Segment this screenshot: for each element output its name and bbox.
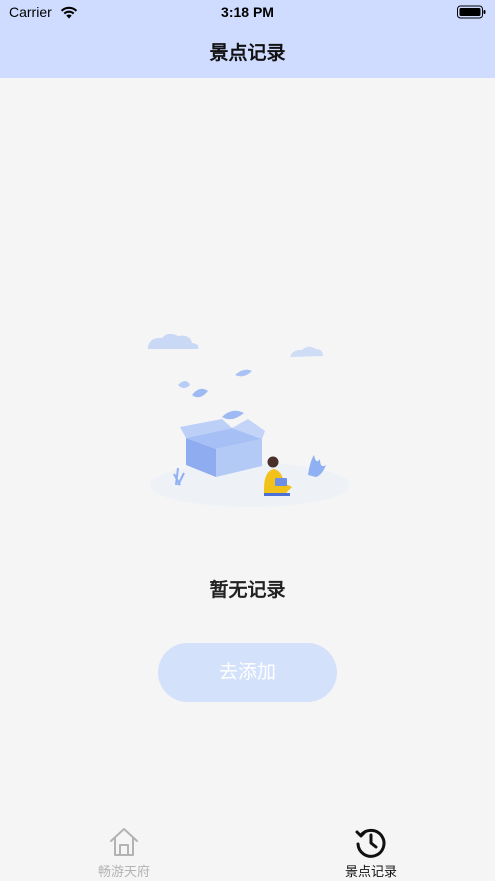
empty-state-message: 暂无记录	[209, 579, 286, 601]
tab-home[interactable]: 畅游天府	[54, 815, 194, 881]
history-icon	[355, 828, 386, 858]
tab-home-label: 畅游天府	[97, 865, 150, 880]
tab-history-label: 景点记录	[344, 865, 397, 880]
add-record-button[interactable]: 去添加	[158, 643, 337, 702]
tab-history[interactable]: 景点记录	[301, 815, 441, 881]
tab-bar: 畅游天府 景点记录	[0, 815, 495, 881]
status-bar: Carrier 3:18 PM	[0, 0, 495, 26]
status-time: 3:18 PM	[221, 4, 274, 20]
empty-box-illustration	[148, 333, 350, 507]
battery-icon	[457, 5, 486, 19]
header: Carrier 3:18 PM 景点记录	[0, 0, 495, 78]
page-title: 景点记录	[209, 42, 286, 64]
home-icon	[110, 828, 138, 856]
screen: Carrier 3:18 PM 景点记录 暂无记录 去添加 畅游天府 景点记录	[0, 0, 495, 881]
